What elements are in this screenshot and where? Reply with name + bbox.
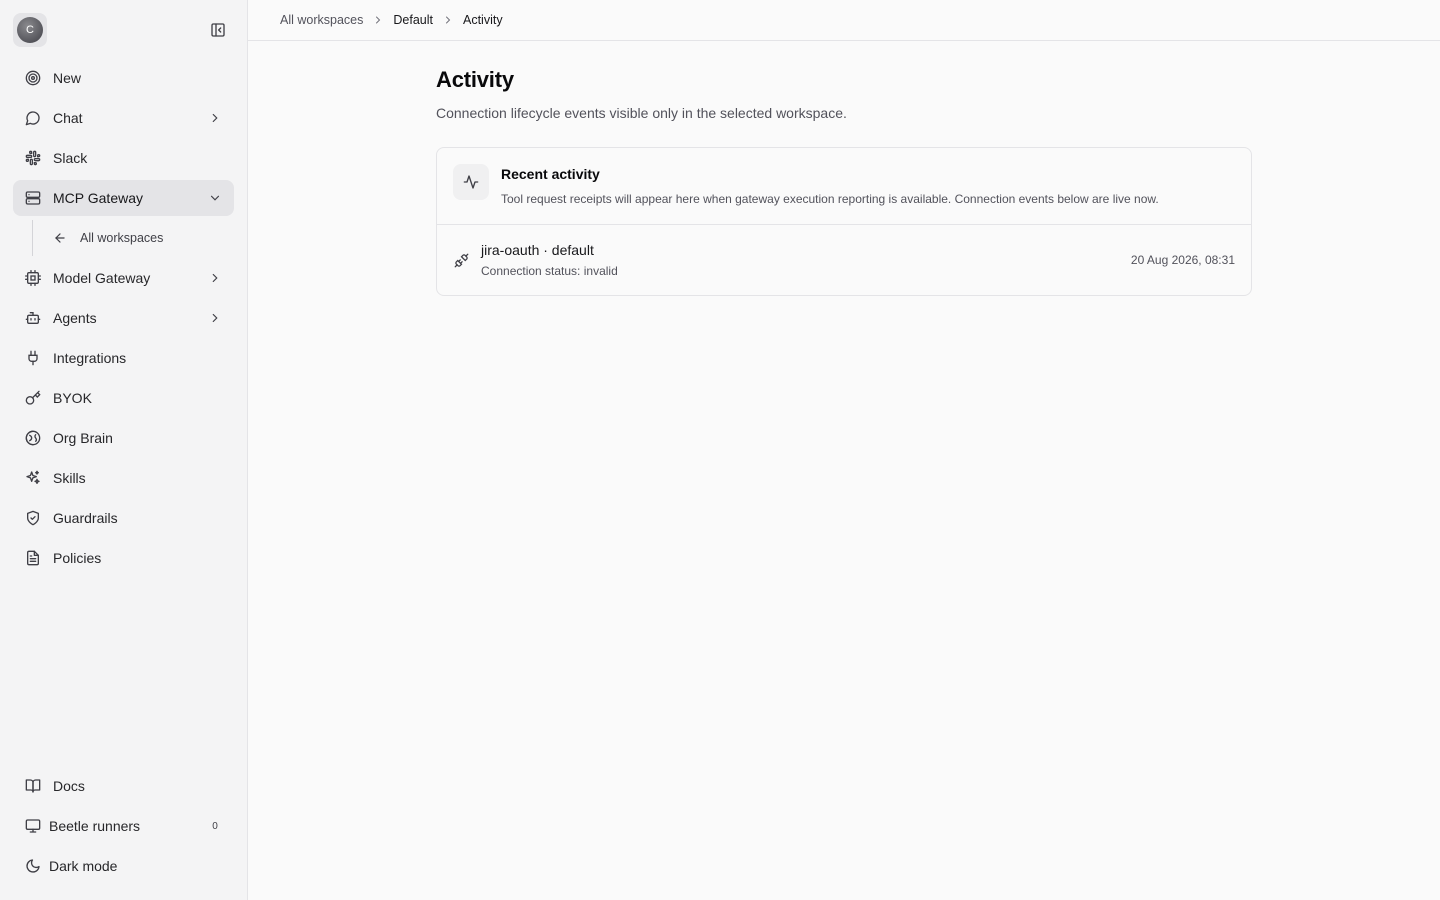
server-icon	[24, 189, 42, 207]
sidebar-item-label: BYOK	[53, 390, 92, 406]
sidebar-item-docs[interactable]: Docs	[13, 768, 234, 804]
sidebar-item-agents[interactable]: Agents	[13, 300, 234, 336]
sidebar-item-label: Org Brain	[53, 430, 113, 446]
chevron-right-icon	[372, 14, 384, 26]
sidebar-item-label: Model Gateway	[53, 270, 151, 286]
sidebar-item-integrations[interactable]: Integrations	[13, 340, 234, 376]
sidebar-toggle-icon	[211, 23, 225, 37]
sidebar-header: C	[13, 0, 234, 60]
shield-check-icon	[24, 509, 42, 527]
chevron-down-icon	[208, 191, 222, 205]
dark-mode-toggle[interactable]: Dark mode	[13, 848, 234, 884]
sidebar-subitem-label: All workspaces	[80, 231, 164, 245]
sidebar-item-label: Dark mode	[49, 858, 118, 874]
sidebar-subitem-all-workspaces[interactable]: All workspaces	[33, 220, 234, 256]
chevron-right-icon	[208, 271, 222, 285]
event-timestamp: 20 Aug 2026, 08:31	[1130, 253, 1235, 267]
arrow-left-icon	[53, 231, 67, 245]
card-title: Recent activity	[501, 166, 600, 182]
avatar: C	[17, 17, 43, 43]
unplug-icon	[453, 252, 469, 268]
sidebar-item-chat[interactable]: Chat	[13, 100, 234, 136]
breadcrumb-all-workspaces[interactable]: All workspaces	[280, 13, 363, 27]
breadcrumb: All workspaces Default Activity	[248, 0, 1440, 41]
activity-icon	[453, 164, 489, 200]
monitor-icon	[24, 817, 42, 835]
breadcrumb-current: Activity	[462, 13, 503, 27]
book-open-icon	[24, 777, 42, 795]
sidebar-item-label: Beetle runners	[49, 818, 141, 834]
sidebar: C New Chat Slack MCP Gateway All workspa…	[0, 0, 248, 900]
chevron-right-icon	[208, 311, 222, 325]
sidebar-item-policies[interactable]: Policies	[13, 540, 234, 576]
sidebar-item-guardrails[interactable]: Guardrails	[13, 500, 234, 536]
brain-icon	[24, 429, 42, 447]
avatar-button[interactable]: C	[13, 13, 47, 47]
bot-icon	[24, 309, 42, 327]
collapse-sidebar-button[interactable]	[204, 16, 232, 44]
breadcrumb-workspace[interactable]: Default	[393, 13, 433, 27]
page-title: Activity	[436, 67, 514, 92]
sidebar-item-label: Chat	[53, 110, 83, 126]
sidebar-item-label: Integrations	[53, 350, 127, 366]
sidebar-item-label: Guardrails	[53, 510, 118, 526]
sidebar-item-label: Slack	[53, 150, 88, 166]
sidebar-footer: Docs Beetle runners 0 Dark mode	[13, 768, 234, 900]
chat-bubble-icon	[24, 109, 42, 127]
plug-icon	[24, 349, 42, 367]
sidebar-item-slack[interactable]: Slack	[13, 140, 234, 176]
card-description: Tool request receipts will appear here w…	[501, 192, 1159, 206]
sidebar-item-byok[interactable]: BYOK	[13, 380, 234, 416]
key-icon	[24, 389, 42, 407]
sidebar-item-org-brain[interactable]: Org Brain	[13, 420, 234, 456]
sidebar-nav: New Chat Slack MCP Gateway All workspace…	[13, 60, 234, 580]
file-text-icon	[24, 549, 42, 567]
sidebar-item-model-gateway[interactable]: Model Gateway	[13, 260, 234, 296]
sidebar-item-label: Policies	[53, 550, 102, 566]
main-content: All workspaces Default Activity Activity…	[248, 0, 1440, 900]
sidebar-item-label: Docs	[53, 778, 85, 794]
sidebar-item-label: Agents	[53, 310, 97, 326]
event-connection-status: Connection status: invalid	[481, 264, 618, 278]
slack-icon	[24, 149, 42, 167]
sidebar-item-beetle-runners[interactable]: Beetle runners 0	[13, 808, 234, 844]
card-header: Recent activity Tool request receipts wi…	[437, 148, 1251, 225]
chevron-right-icon	[442, 14, 454, 26]
sidebar-item-label: MCP Gateway	[53, 190, 143, 206]
sparkles-icon	[24, 469, 42, 487]
page-content: Activity Connection lifecycle events vis…	[248, 41, 1440, 296]
chevron-right-icon	[208, 111, 222, 125]
sidebar-item-label: New	[53, 70, 82, 86]
mcp-gateway-submenu: All workspaces	[32, 220, 234, 256]
sidebar-item-new[interactable]: New	[13, 60, 234, 96]
moon-icon	[24, 857, 42, 875]
runners-count-badge: 0	[212, 820, 218, 832]
target-icon	[24, 69, 42, 87]
page-subtitle: Connection lifecycle events visible only…	[436, 105, 847, 121]
sidebar-item-label: Skills	[53, 470, 86, 486]
sidebar-item-skills[interactable]: Skills	[13, 460, 234, 496]
sidebar-item-mcp-gateway[interactable]: MCP Gateway	[13, 180, 234, 216]
event-connection-name: jira-oauth · default	[481, 242, 594, 258]
activity-event-row[interactable]: jira-oauth · default Connection status: …	[437, 225, 1251, 295]
cpu-icon	[24, 269, 42, 287]
recent-activity-card: Recent activity Tool request receipts wi…	[436, 147, 1252, 296]
